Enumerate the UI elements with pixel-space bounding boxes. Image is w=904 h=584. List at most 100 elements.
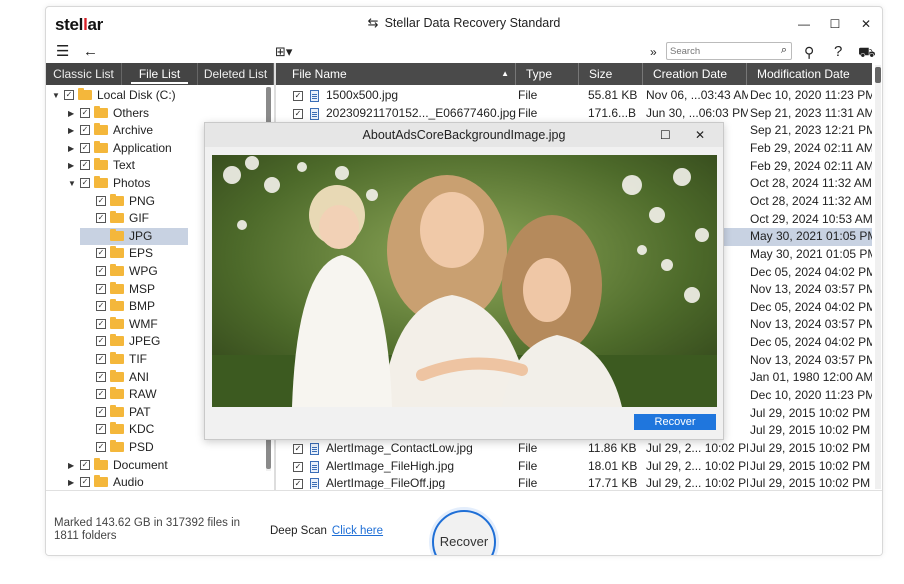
preview-image xyxy=(212,155,717,407)
tree-item[interactable]: ▶ ✓ Archive xyxy=(68,122,153,139)
footer: Marked 143.62 GB in 317392 files in 1811… xyxy=(46,490,882,555)
table-row[interactable]: ✓ 1500x500.jpg File 55.81 KB Nov 06, ...03:4… xyxy=(276,87,872,105)
tree-item[interactable]: ✓ KDC xyxy=(84,421,154,438)
chevron-down-icon[interactable]: ▼ xyxy=(52,87,62,104)
table-row[interactable]: ✓ AlertImage_FileOff.jpg File 17.71 KB Jul 2… xyxy=(276,475,872,489)
tree-item[interactable]: ▶ ✓ Audio xyxy=(68,474,144,489)
tree-checkbox[interactable]: ✓ xyxy=(96,248,106,259)
tree-checkbox[interactable]: ✓ xyxy=(96,318,106,329)
column-modification-date[interactable]: Modification Date xyxy=(747,63,872,85)
tree-item[interactable]: ✓ MSP xyxy=(84,281,155,298)
folder-icon xyxy=(110,299,124,312)
tree-checkbox[interactable]: ✓ xyxy=(96,301,106,312)
tree-checkbox[interactable]: ✓ xyxy=(96,195,106,206)
chevron-right-icon[interactable]: ▶ xyxy=(68,457,78,474)
tree-checkbox[interactable]: ✓ xyxy=(96,336,106,347)
tree-item[interactable]: ✓ TIF xyxy=(84,351,147,368)
tree-item[interactable]: ✓ WPG xyxy=(84,263,158,280)
preview-maximize-button[interactable]: ☐ xyxy=(660,123,671,147)
row-checkbox[interactable]: ✓ xyxy=(293,479,303,489)
tree-item[interactable]: ✓ PAT xyxy=(84,404,151,421)
search-icon[interactable]: ⌕ xyxy=(781,44,787,57)
tree-item[interactable]: ▶ ✓ Text xyxy=(68,157,135,174)
back-arrow-icon[interactable]: ← xyxy=(83,43,98,61)
search-box[interactable]: ⌕ xyxy=(666,42,792,60)
deep-scan-label: Deep Scan xyxy=(270,525,327,537)
column-file-name[interactable]: File Name ▲ xyxy=(276,63,516,85)
hamburger-menu-icon[interactable]: ☰ xyxy=(56,43,69,61)
tree-checkbox[interactable]: ✓ xyxy=(96,354,106,364)
tree-checkbox[interactable]: ✓ xyxy=(96,283,106,294)
tree-item[interactable]: ✓ JPEG xyxy=(84,333,160,350)
chevron-double-right-icon[interactable]: » xyxy=(650,43,657,61)
modification-date-cell: Dec 05, 2024 04:02 PM xyxy=(750,299,872,314)
tree-item[interactable]: ✓ ANI xyxy=(84,369,149,386)
tree-checkbox[interactable]: ✓ xyxy=(80,107,90,118)
tree-item[interactable]: ✓ RAW xyxy=(84,386,157,403)
minimize-button[interactable]: — xyxy=(796,16,812,32)
tree-checkbox[interactable]: ✓ xyxy=(80,459,90,470)
chevron-right-icon[interactable]: ▶ xyxy=(68,157,78,174)
tree-checkbox[interactable]: ✓ xyxy=(80,142,90,153)
row-checkbox[interactable]: ✓ xyxy=(293,91,303,101)
tree-checkbox[interactable]: ✓ xyxy=(96,213,106,224)
row-checkbox[interactable]: ✓ xyxy=(293,461,303,472)
table-row[interactable]: ✓ AlertImage_FileHigh.jpg File 18.01 KB Jul … xyxy=(276,458,872,476)
tree-checkbox[interactable]: ✓ xyxy=(96,406,106,417)
column-size[interactable]: Size xyxy=(579,63,643,85)
tree-item[interactable]: ✓ EPS xyxy=(84,245,153,262)
tree-item[interactable]: ▼ ✓ Photos xyxy=(68,175,150,192)
column-creation-date[interactable]: Creation Date xyxy=(643,63,747,85)
tree-checkbox[interactable]: ✓ xyxy=(96,424,106,435)
row-checkbox[interactable]: ✓ xyxy=(293,108,303,119)
view-toggle-icon[interactable]: ⊞▾ xyxy=(275,43,292,61)
tree-item[interactable]: ✓ PSD xyxy=(84,439,154,456)
tree-checkbox[interactable]: ✓ xyxy=(96,389,106,400)
row-checkbox[interactable]: ✓ xyxy=(293,444,303,454)
tab-classic-list[interactable]: Classic List xyxy=(46,63,122,85)
tree-checkbox[interactable]: ✓ xyxy=(96,371,106,382)
tree-item[interactable]: ▼ ✓ Local Disk (C:) xyxy=(52,87,176,104)
deep-scan-link[interactable]: Click here xyxy=(332,525,383,537)
chevron-right-icon[interactable]: ▶ xyxy=(68,105,78,122)
search-input[interactable] xyxy=(667,43,767,60)
tree-checkbox[interactable]: ✓ xyxy=(80,178,90,188)
tree-item[interactable]: ▶ ✓ Application xyxy=(68,140,172,157)
modification-date-cell: Nov 13, 2024 03:57 PM xyxy=(750,282,872,297)
file-list-scrollbar[interactable] xyxy=(875,65,881,489)
tree-checkbox[interactable]: ✓ xyxy=(80,160,90,171)
tree-checkbox[interactable]: ✓ xyxy=(80,477,90,488)
tree-checkbox[interactable]: ✓ xyxy=(96,442,106,452)
tree-item[interactable]: ✓ PNG xyxy=(84,193,155,210)
tree-checkbox[interactable]: ✓ xyxy=(64,90,74,100)
cart-icon[interactable]: ⛟ xyxy=(858,43,876,61)
chevron-right-icon[interactable]: ▶ xyxy=(68,122,78,139)
tree-item[interactable]: ✓ WMF xyxy=(84,316,158,333)
wrench-icon[interactable]: ⚲ xyxy=(804,43,814,61)
tree-checkbox[interactable]: ✓ xyxy=(96,266,106,276)
table-row[interactable]: ✓ AlertImage_ContactLow.jpg File 11.86 KB Ju… xyxy=(276,440,872,458)
maximize-button[interactable]: ☐ xyxy=(827,16,843,32)
chevron-right-icon[interactable]: ▶ xyxy=(68,140,78,157)
tree-item[interactable]: ▶ ✓ Others xyxy=(68,105,149,122)
preview-recover-button[interactable]: Recover xyxy=(634,414,716,430)
tree-item[interactable]: ▶ ✓ Document xyxy=(68,457,168,474)
folder-icon xyxy=(94,176,108,188)
tree-item-label: Archive xyxy=(113,123,154,138)
column-type[interactable]: Type xyxy=(516,63,579,85)
tab-deleted-list[interactable]: Deleted List xyxy=(198,63,274,85)
close-button[interactable]: ✕ xyxy=(858,16,874,32)
chevron-down-icon[interactable]: ▼ xyxy=(68,175,78,192)
file-list-scroll-thumb[interactable] xyxy=(875,67,881,83)
tree-item[interactable]: ✓ BMP xyxy=(84,298,155,315)
table-row[interactable]: ✓ 20230921170152..._E06677460.jpg File 171.… xyxy=(276,105,872,123)
tree-checkbox[interactable]: ✓ xyxy=(80,125,90,136)
recover-button[interactable]: Recover xyxy=(432,510,496,555)
preview-close-button[interactable]: ✕ xyxy=(695,123,705,147)
chevron-right-icon[interactable]: ▶ xyxy=(68,474,78,489)
tab-file-list[interactable]: File List xyxy=(122,63,198,85)
tree-item[interactable]: ✓JPG xyxy=(80,227,188,245)
tree-item[interactable]: ✓ GIF xyxy=(84,210,149,227)
tree-item-label: RAW xyxy=(129,387,157,402)
help-icon[interactable]: ? xyxy=(834,43,842,61)
